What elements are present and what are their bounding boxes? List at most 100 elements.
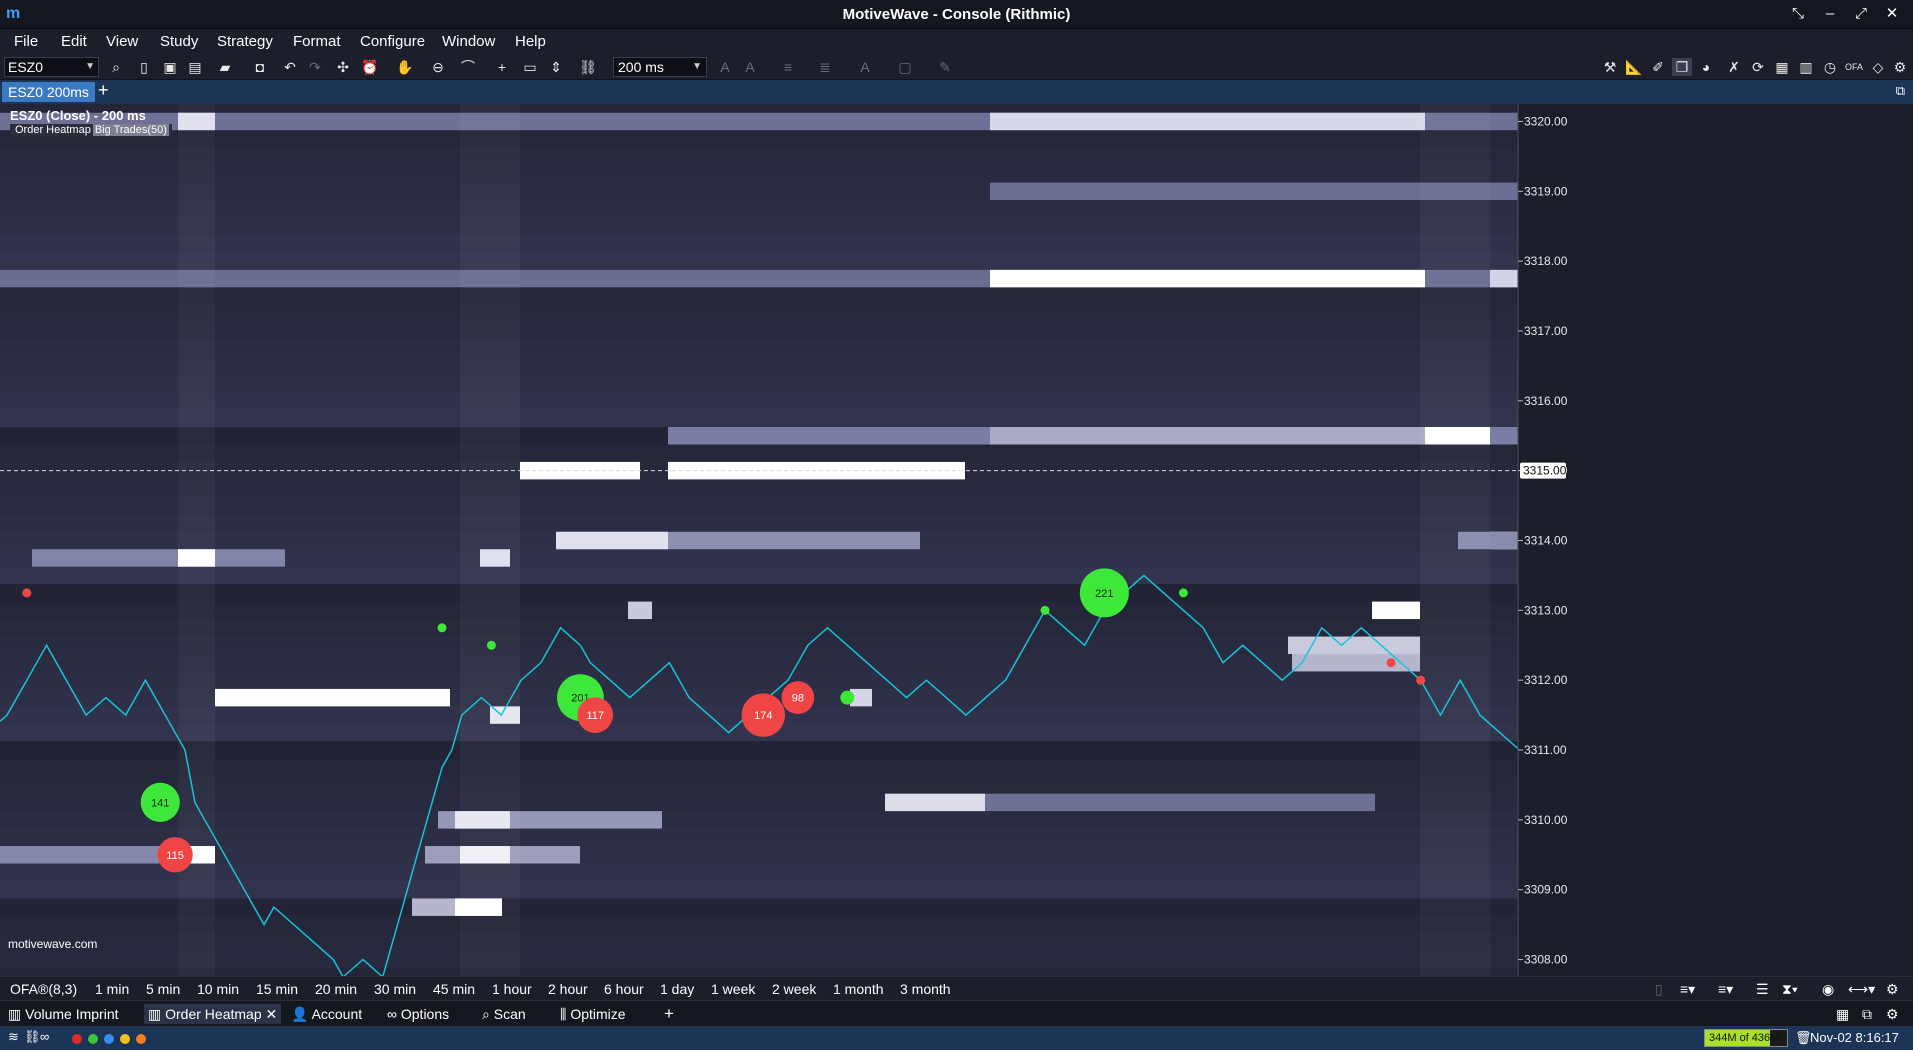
tab-scan[interactable]: ⌕ Scan xyxy=(478,1004,530,1024)
line-width-icon[interactable]: ≣ xyxy=(815,58,835,76)
add-tab-icon[interactable]: + xyxy=(98,80,109,101)
windows-icon[interactable]: ❐ xyxy=(1672,58,1692,76)
minimize-icon[interactable]: – xyxy=(1817,4,1843,24)
tab-account[interactable]: 👤 Account xyxy=(287,1004,366,1024)
eye-icon[interactable]: ◉ xyxy=(1822,981,1834,998)
menu-file[interactable]: File xyxy=(14,33,38,50)
chart-area[interactable]: 1411152011171749822121916312214420611533… xyxy=(0,104,1913,989)
font-larger-icon[interactable]: A xyxy=(715,58,735,76)
small-trade-dot[interactable] xyxy=(1178,588,1188,598)
price-chart[interactable]: 1411152011171749822121916312214420611533… xyxy=(0,104,1913,989)
ruler-icon[interactable]: 📐 xyxy=(1624,58,1644,76)
menu-view[interactable]: View xyxy=(106,33,138,50)
barsize-1day[interactable]: 1 day xyxy=(660,981,694,997)
crosshair-icon[interactable]: + xyxy=(492,58,512,76)
small-trade-dot[interactable] xyxy=(1386,658,1396,668)
undo-icon[interactable]: ↶ xyxy=(280,58,300,76)
gear-icon[interactable]: ⚙ xyxy=(1890,58,1910,76)
legend-order-heatmap[interactable]: Order Heatmap xyxy=(13,124,93,136)
refresh-icon[interactable]: ⟳ xyxy=(1748,58,1768,76)
barsize-10min[interactable]: 10 min xyxy=(197,981,239,997)
expand-icon[interactable]: ⤡ xyxy=(1785,4,1811,24)
menu-help[interactable]: Help xyxy=(515,33,546,50)
price-marker-icon[interactable]: ▭ xyxy=(520,58,540,76)
align-right-icon[interactable]: ≡▾ xyxy=(1718,981,1733,998)
barsize-5min[interactable]: 5 min xyxy=(146,981,180,997)
legend-big-trades[interactable]: Big Trades(50) xyxy=(92,124,169,136)
menu-configure[interactable]: Configure xyxy=(360,33,425,50)
line-style-icon[interactable]: ≡ xyxy=(778,58,798,76)
small-trade-dot[interactable] xyxy=(22,588,32,598)
small-trade-dot[interactable] xyxy=(486,640,496,650)
menu-format[interactable]: Format xyxy=(293,33,341,50)
barsize-2hour[interactable]: 2 hour xyxy=(548,981,588,997)
range-icon[interactable]: ⇕ xyxy=(546,58,566,76)
symbol-selector[interactable]: ESZ0 ▼ xyxy=(4,57,99,77)
draw-icon[interactable]: ✐ xyxy=(1648,58,1668,76)
eraser-icon[interactable]: ◇ xyxy=(1868,58,1888,76)
search-icon[interactable]: ⌕ xyxy=(106,58,126,76)
spacing-icon[interactable]: ⟷▾ xyxy=(1848,981,1875,998)
pen-icon[interactable]: ✎ xyxy=(935,58,955,76)
gear-icon[interactable]: ⚙ xyxy=(1886,981,1899,998)
page-icon[interactable]: ▥ xyxy=(1796,58,1816,76)
copy-icon[interactable]: ⧉ xyxy=(1858,1004,1876,1024)
barsize-1min[interactable]: 1 min xyxy=(95,981,129,997)
list-icon[interactable]: ☰ xyxy=(1756,981,1769,998)
barsize-30min[interactable]: 30 min xyxy=(374,981,416,997)
tab-esz0-200ms[interactable]: ESZ0 200ms xyxy=(2,82,95,102)
big-trade-bubble[interactable] xyxy=(840,690,855,705)
open-folder-icon[interactable]: ▰ xyxy=(215,58,235,76)
wrench-icon[interactable]: ✗ xyxy=(1724,58,1744,76)
line-tool-icon[interactable]: ⌒ xyxy=(458,58,478,76)
palette-icon[interactable]: ◕ xyxy=(1696,58,1716,76)
small-trade-dot[interactable] xyxy=(1416,675,1426,685)
new-page-icon[interactable]: ▯ xyxy=(134,58,154,76)
barsize-3month[interactable]: 3 month xyxy=(900,981,951,997)
tab-volume-imprint[interactable]: ▥ Volume Imprint xyxy=(4,1004,123,1024)
chart-legend-studies[interactable]: Order Heatmap Big Trades(50) xyxy=(10,124,172,136)
font-smaller-icon[interactable]: A xyxy=(740,58,760,76)
table-icon[interactable]: ▦ xyxy=(1772,58,1792,76)
clock-icon[interactable]: ◷ xyxy=(1820,58,1840,76)
scale-icon[interactable]: ⧗▾ xyxy=(1782,981,1798,998)
alarm-icon[interactable]: ⏰ xyxy=(360,58,380,76)
barsize-1hour[interactable]: 1 hour xyxy=(492,981,532,997)
align-left-icon[interactable]: ≡▾ xyxy=(1680,981,1695,998)
redo-icon[interactable]: ↷ xyxy=(305,58,325,76)
small-trade-dot[interactable] xyxy=(437,623,447,633)
small-trade-dot[interactable] xyxy=(1040,605,1050,615)
tools-icon[interactable]: ⚒ xyxy=(1600,58,1620,76)
tab-order-heatmap[interactable]: ▥ Order Heatmap ✕ xyxy=(144,1004,282,1024)
barsize-20min[interactable]: 20 min xyxy=(315,981,357,997)
barsize-6hour[interactable]: 6 hour xyxy=(604,981,644,997)
lock-icon[interactable]: ▯ xyxy=(1655,981,1663,998)
hand-icon[interactable]: ✋ xyxy=(395,58,415,76)
menu-strategy[interactable]: Strategy xyxy=(217,33,273,50)
cursor-icon[interactable]: ✣ xyxy=(333,58,353,76)
tab-options[interactable]: ∞ Options xyxy=(383,1004,453,1024)
maximize-icon[interactable]: ⤢ xyxy=(1848,4,1874,24)
memory-indicator[interactable]: 344M of 436M xyxy=(1704,1029,1788,1047)
tab-optimize[interactable]: ⫼ Optimize xyxy=(556,1004,630,1024)
menu-window[interactable]: Window xyxy=(442,33,495,50)
text-color-icon[interactable]: A xyxy=(855,58,875,76)
save-as-icon[interactable]: ▤ xyxy=(185,58,205,76)
barsize-15min[interactable]: 15 min xyxy=(256,981,298,997)
camera-icon[interactable]: ◘ xyxy=(250,58,270,76)
menu-edit[interactable]: Edit xyxy=(61,33,87,50)
barsize-45min[interactable]: 45 min xyxy=(433,981,475,997)
gear-icon[interactable]: ⚙ xyxy=(1882,1004,1903,1024)
price-axis[interactable] xyxy=(1518,104,1913,989)
barsize-1week[interactable]: 1 week xyxy=(711,981,755,997)
ofa-icon[interactable]: OFA xyxy=(1844,58,1864,76)
menu-study[interactable]: Study xyxy=(160,33,198,50)
study-label[interactable]: OFA®(8,3) xyxy=(10,981,77,997)
detach-icon[interactable]: ⧉ xyxy=(1896,83,1905,99)
close-icon[interactable]: ✕ xyxy=(1879,4,1905,24)
fill-color-icon[interactable]: ▢ xyxy=(895,58,915,76)
barsize-1month[interactable]: 1 month xyxy=(833,981,884,997)
barsize-2week[interactable]: 2 week xyxy=(772,981,816,997)
zoom-out-icon[interactable]: ⊖ xyxy=(428,58,448,76)
interval-selector[interactable]: 200 ms ▼ xyxy=(613,57,707,77)
